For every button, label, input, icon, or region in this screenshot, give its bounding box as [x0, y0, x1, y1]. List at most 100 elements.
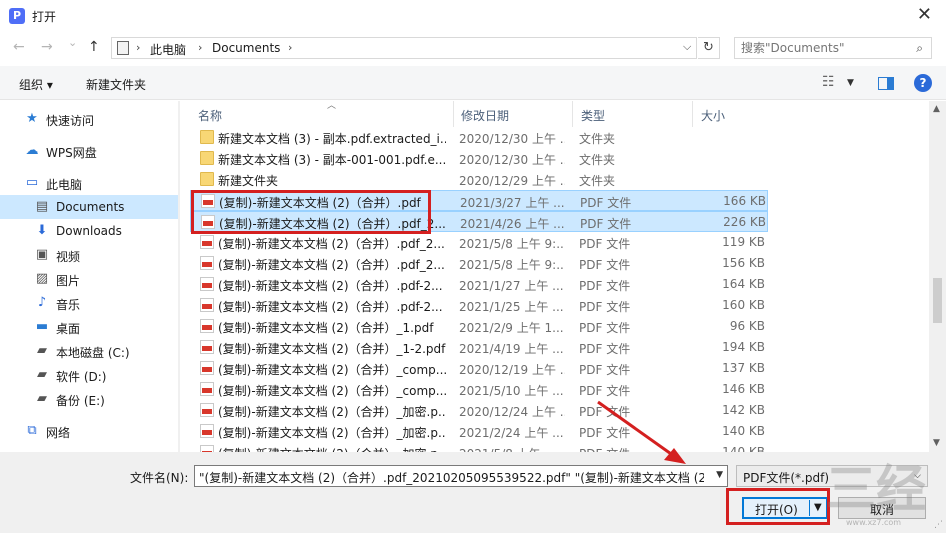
file-size: 164 KB: [722, 277, 765, 291]
scroll-up-icon[interactable]: ▲: [933, 104, 940, 114]
sidebar-item[interactable]: ▰ 软件 (D:): [0, 363, 178, 387]
file-type-filter[interactable]: PDF文件(*.pdf) ⌵: [736, 465, 928, 487]
breadcrumb-documents[interactable]: Documents: [212, 41, 280, 55]
sidebar-item[interactable]: ☁ WPS网盘: [0, 139, 178, 163]
sidebar-item[interactable]: ▬ 桌面: [0, 315, 178, 339]
wps-app-icon: P: [9, 8, 25, 24]
chevron-down-icon[interactable]: ▼: [716, 470, 723, 480]
file-type: 文件夹: [579, 153, 616, 167]
up-arrow-icon[interactable]: ↑: [88, 39, 100, 55]
refresh-icon[interactable]: ↻: [698, 37, 720, 59]
sidebar-item[interactable]: ★ 快速访问: [0, 107, 178, 131]
file-modified-date: 2021/4/19 上午 ...: [459, 342, 564, 356]
picture-icon: ▨: [35, 271, 49, 286]
column-header-type[interactable]: 类型: [573, 101, 693, 127]
file-row[interactable]: (复制)-新建文本文档 (2)（合并）_1.pdf 2021/2/9 上午 1..…: [190, 316, 768, 337]
chevron-right-icon[interactable]: ›: [198, 41, 202, 54]
file-row[interactable]: (复制)-新建文本文档 (2)（合并）_加密.p... 2020/12/24 上午…: [190, 400, 768, 421]
organize-button[interactable]: 组织 ▾: [19, 76, 53, 93]
file-row[interactable]: (复制)-新建文本文档 (2)（合并）.pdf-2... 2021/1/27 上午…: [190, 274, 768, 295]
search-icon[interactable]: ⌕: [916, 41, 923, 56]
file-row[interactable]: (复制)-新建文本文档 (2)（合并）_加密.p... 2021/5/8 上午 .…: [190, 442, 768, 452]
search-box[interactable]: ⌕: [734, 37, 932, 59]
file-modified-date: 2020/12/24 上午 ...: [459, 405, 565, 419]
column-header-size-label: 大小: [701, 109, 726, 123]
preview-pane-icon[interactable]: [878, 77, 894, 90]
sidebar-item[interactable]: ▤ Documents: [0, 195, 178, 219]
view-options-icon[interactable]: ☷: [822, 74, 835, 90]
address-bar[interactable]: › 此电脑 › Documents ›: [111, 37, 697, 59]
file-row[interactable]: (复制)-新建文本文档 (2)（合并）.pdf_2... 2021/4/26 上午…: [190, 211, 768, 232]
chevron-down-icon[interactable]: ▼: [814, 502, 822, 513]
new-folder-button[interactable]: 新建文件夹: [86, 76, 146, 93]
chevron-right-icon[interactable]: ›: [288, 41, 292, 54]
file-name: (复制)-新建文本文档 (2)（合并）_1.pdf: [218, 321, 434, 335]
search-input[interactable]: [735, 38, 905, 58]
download-icon: ⬇: [36, 223, 48, 238]
column-header-size[interactable]: 大小: [693, 101, 773, 127]
scroll-thumb[interactable]: [933, 278, 942, 323]
file-row[interactable]: (复制)-新建文本文档 (2)（合并）_1-2.pdf 2021/4/19 上午 …: [190, 337, 768, 358]
pdf-file-icon: [200, 340, 214, 354]
recent-locations-icon[interactable]: ⌄: [68, 36, 77, 49]
dialog-footer: 文件名(N): "(复制)-新建文本文档 (2)（合并）.pdf_2021020…: [0, 452, 946, 533]
file-row[interactable]: 新建文件夹 2020/12/29 上午 ... 文件夹: [190, 169, 768, 190]
file-modified-date: 2021/4/26 上午 ...: [460, 217, 565, 231]
column-header-date[interactable]: 修改日期: [453, 101, 573, 127]
sidebar-item[interactable]: ▣ 视频: [0, 243, 178, 267]
file-row[interactable]: (复制)-新建文本文档 (2)（合并）.pdf-2... 2021/1/25 上午…: [190, 295, 768, 316]
filename-value[interactable]: "(复制)-新建文本文档 (2)（合并）.pdf_202102050955395…: [199, 469, 704, 486]
chevron-down-icon[interactable]: ⌵: [914, 471, 921, 481]
file-row[interactable]: (复制)-新建文本文档 (2)（合并）_comp... 2020/12/19 上午…: [190, 358, 768, 379]
sidebar-item[interactable]: ⬇ Downloads: [0, 219, 178, 243]
chevron-down-icon[interactable]: ⌵: [683, 40, 691, 54]
file-row[interactable]: (复制)-新建文本文档 (2)（合并）_comp... 2021/5/10 上午 …: [190, 379, 768, 400]
resize-grip-icon[interactable]: ⋰: [934, 520, 943, 530]
sidebar-item[interactable]: ▭ 此电脑: [0, 171, 178, 195]
disk-icon: ▰: [37, 367, 47, 382]
filename-field[interactable]: "(复制)-新建文本文档 (2)（合并）.pdf_202102050955395…: [194, 465, 728, 487]
back-arrow-icon[interactable]: ←: [13, 39, 25, 55]
chevron-right-icon[interactable]: ›: [136, 41, 140, 54]
column-header-name[interactable]: ︿ 名称: [190, 101, 454, 127]
file-list: ︿ 名称 修改日期 类型 大小 新建文本文档 (3) - 副本.pdf.extr…: [180, 101, 929, 452]
sidebar-item[interactable]: ▰ 备份 (E:): [0, 387, 178, 411]
help-icon[interactable]: ?: [914, 74, 932, 92]
file-row[interactable]: (复制)-新建文本文档 (2)（合并）.pdf 2021/3/27 上午 ... P…: [190, 190, 768, 211]
command-toolbar: 组织 ▾ 新建文件夹 ☷ ▼ ?: [0, 66, 946, 100]
file-size: 96 KB: [729, 319, 765, 333]
sidebar-item[interactable]: ▰ 本地磁盘 (C:): [0, 339, 178, 363]
file-type: PDF 文件: [580, 196, 632, 210]
scroll-down-icon[interactable]: ▼: [933, 438, 940, 448]
file-row[interactable]: (复制)-新建文本文档 (2)（合并）.pdf_2... 2021/5/8 上午 …: [190, 232, 768, 253]
sidebar-item[interactable]: ♪ 音乐: [0, 291, 178, 315]
file-row[interactable]: 新建文本文档 (3) - 副本.pdf.extracted_i... 2020/1…: [190, 127, 768, 148]
open-button[interactable]: 打开(O) ▼: [742, 497, 828, 519]
sidebar-item[interactable]: ▨ 图片: [0, 267, 178, 291]
file-row[interactable]: (复制)-新建文本文档 (2)（合并）.pdf_2... 2021/5/8 上午 …: [190, 253, 768, 274]
close-icon[interactable]: ✕: [917, 4, 932, 25]
sidebar-item[interactable]: ⧉ 网络: [0, 419, 178, 443]
file-modified-date: 2020/12/30 上午 ...: [459, 153, 565, 167]
file-size: 137 KB: [722, 361, 765, 375]
file-modified-date: 2021/1/27 上午 ...: [459, 279, 564, 293]
cloud-icon: ☁: [25, 143, 39, 158]
breadcrumb-this-pc[interactable]: 此电脑: [150, 41, 186, 58]
disk-icon: ▰: [37, 391, 47, 406]
chevron-down-icon[interactable]: ▼: [847, 78, 854, 88]
file-type: 文件夹: [579, 174, 616, 188]
file-name: (复制)-新建文本文档 (2)（合并）.pdf_2...: [218, 237, 445, 251]
column-header-type-label: 类型: [581, 109, 606, 123]
music-icon: ♪: [37, 295, 47, 310]
forward-arrow-icon[interactable]: →: [41, 39, 53, 55]
pdf-file-icon: [200, 298, 214, 312]
cancel-button[interactable]: 取消: [838, 497, 926, 519]
file-row[interactable]: 新建文本文档 (3) - 副本-001-001.pdf.e... 2020/12/…: [190, 148, 768, 169]
file-modified-date: 2021/3/27 上午 ...: [460, 196, 565, 210]
file-row[interactable]: (复制)-新建文本文档 (2)（合并）_加密.p... 2021/2/24 上午 …: [190, 421, 768, 442]
file-name: (复制)-新建文本文档 (2)（合并）_comp...: [218, 363, 446, 377]
pdf-file-icon: [200, 256, 214, 270]
file-list-scrollbar[interactable]: ▲ ▼: [929, 101, 946, 452]
open-button-label: 打开(O): [755, 503, 798, 517]
file-type: PDF 文件: [579, 405, 631, 419]
